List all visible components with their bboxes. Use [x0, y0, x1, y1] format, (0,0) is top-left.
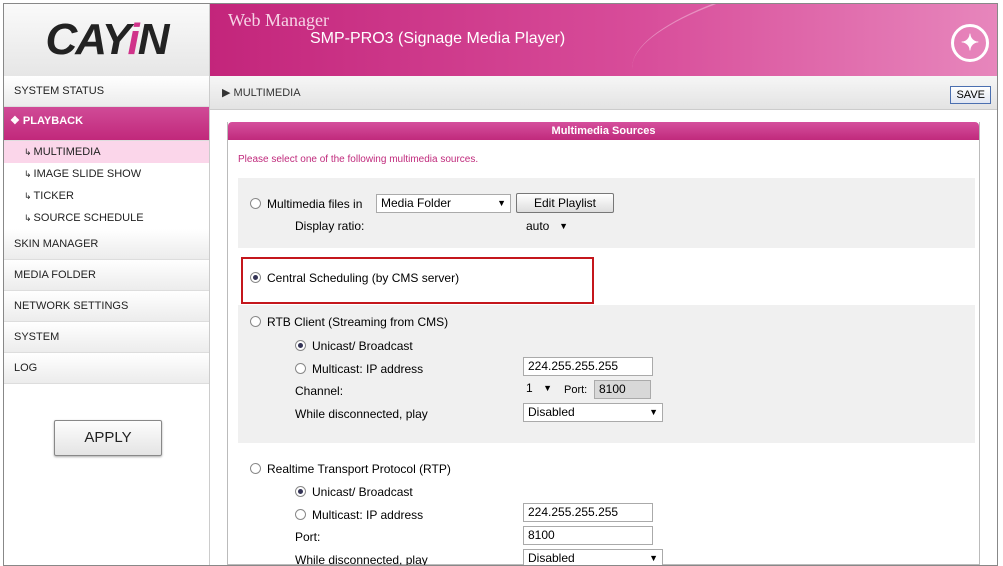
- sidebar-subitem-label: IMAGE SLIDE SHOW: [33, 168, 142, 180]
- product-name: SMP-PRO3 (Signage Media Player): [310, 30, 566, 47]
- radio-label: Unicast/ Broadcast: [312, 484, 413, 499]
- branch-arrow-icon: ↳: [24, 213, 32, 223]
- select-value: Disabled: [528, 405, 575, 419]
- disconnected-label: While disconnected, play: [295, 407, 428, 421]
- radio-rtb-client[interactable]: RTB Client (Streaming from CMS): [250, 314, 448, 329]
- sidebar-subitem-multimedia[interactable]: ↳ MULTIMEDIA: [4, 141, 209, 163]
- save-button[interactable]: SAVE: [950, 86, 991, 104]
- branch-arrow-icon: ↳: [24, 147, 32, 157]
- wizard-wand-icon[interactable]: ✦: [951, 24, 989, 62]
- media-folder-select[interactable]: Media Folder ▼: [376, 194, 511, 213]
- radio-label: Multimedia files in: [267, 196, 363, 211]
- radio-label: Unicast/ Broadcast: [312, 338, 413, 353]
- radio-button[interactable]: [295, 486, 306, 498]
- port-label: Port:: [564, 384, 588, 396]
- toolbar: ▶ MULTIMEDIA SAVE: [210, 76, 997, 110]
- radio-button[interactable]: [250, 316, 261, 328]
- sidebar-item-log[interactable]: LOG: [4, 353, 209, 384]
- sidebar-item-system[interactable]: SYSTEM: [4, 322, 209, 353]
- sidebar-subitem-label: TICKER: [33, 190, 74, 202]
- multimedia-sources-panel: Multimedia Sources Please select one of …: [227, 122, 980, 565]
- radio-button[interactable]: [295, 509, 306, 521]
- sidebar-subitem-ticker[interactable]: ↳ TICKER: [4, 185, 209, 207]
- web-manager-title: Web Manager: [228, 10, 330, 30]
- chevron-down-icon: ▼: [649, 407, 658, 417]
- rtp-port-label: Port:: [295, 530, 321, 544]
- sidebar-subitem-label: SOURCE SCHEDULE: [33, 212, 144, 224]
- radio-multimedia-files[interactable]: Multimedia files in: [250, 196, 362, 211]
- select-value: Media Folder: [381, 196, 452, 210]
- radio-label: Realtime Transport Protocol (RTP): [267, 461, 451, 476]
- chevron-down-icon: ▼: [559, 221, 568, 231]
- branch-arrow-icon: ↳: [24, 191, 32, 201]
- header-banner: Web Manager SMP-PRO3 (Signage Media Play…: [210, 4, 997, 76]
- display-ratio-select[interactable]: auto ▼: [522, 218, 572, 237]
- section-rtb-client: RTB Client (Streaming from CMS) Unicast/…: [238, 305, 975, 443]
- sidebar-subitem-source-schedule[interactable]: ↳ SOURCE SCHEDULE: [4, 207, 209, 229]
- rtb-port-input[interactable]: 8100: [594, 380, 651, 399]
- apply-button[interactable]: APPLY: [54, 420, 162, 456]
- rtp-disconnected-label: While disconnected, play: [295, 553, 428, 566]
- breadcrumb-label: MULTIMEDIA: [233, 87, 301, 99]
- breadcrumb: ▶ MULTIMEDIA: [222, 86, 301, 99]
- rtp-ip-input[interactable]: 224.255.255.255: [523, 503, 653, 522]
- rtb-ip-input[interactable]: 224.255.255.255: [523, 357, 653, 376]
- sidebar-subitem-label: MULTIMEDIA: [33, 146, 101, 158]
- radio-rtb-unicast[interactable]: Unicast/ Broadcast: [295, 338, 413, 353]
- radio-button[interactable]: [250, 198, 261, 210]
- radio-label: Multicast: IP address: [312, 361, 424, 376]
- channel-select[interactable]: 1 ▼: [522, 380, 556, 399]
- radio-label: Multicast: IP address: [312, 507, 424, 522]
- sidebar-item-skin-manager[interactable]: SKIN MANAGER: [4, 229, 209, 260]
- cayin-logo: CAYiN: [45, 15, 169, 64]
- highlight-box: [241, 257, 594, 304]
- display-ratio-label: Display ratio:: [295, 219, 365, 233]
- radio-rtp-multicast[interactable]: Multicast: IP address: [295, 507, 423, 522]
- radio-button[interactable]: [250, 463, 261, 475]
- logo-area: CAYiN: [4, 4, 210, 76]
- select-value: Disabled: [528, 551, 575, 565]
- rtp-port-input[interactable]: 8100: [523, 526, 653, 545]
- sidebar-item-playback[interactable]: ❖ PLAYBACK: [4, 107, 209, 141]
- edit-playlist-button[interactable]: Edit Playlist: [516, 193, 614, 213]
- radio-label: RTB Client (Streaming from CMS): [267, 314, 449, 329]
- section-multimedia-files: Multimedia files in Media Folder ▼ Edit P…: [238, 178, 975, 248]
- rtb-disconnected-select[interactable]: Disabled ▼: [523, 403, 663, 422]
- sidebar: SYSTEM STATUS ❖ PLAYBACK ↳ MULTIMEDIA ↳ IM…: [4, 76, 210, 565]
- branch-arrow-icon: ↳: [24, 169, 32, 179]
- sidebar-item-media-folder[interactable]: MEDIA FOLDER: [4, 260, 209, 291]
- radio-button[interactable]: [295, 363, 306, 375]
- chevron-down-icon: ▼: [497, 198, 506, 208]
- sidebar-item-label: PLAYBACK: [22, 115, 84, 127]
- select-value: 1: [526, 381, 533, 395]
- sidebar-subitem-image-slide-show[interactable]: ↳ IMAGE SLIDE SHOW: [4, 163, 209, 185]
- chevron-down-icon: ▼: [649, 553, 658, 563]
- radio-rtp[interactable]: Realtime Transport Protocol (RTP): [250, 461, 451, 476]
- radio-rtb-multicast[interactable]: Multicast: IP address: [295, 361, 423, 376]
- select-value: auto: [526, 219, 550, 233]
- radio-button[interactable]: [295, 340, 306, 352]
- channel-label: Channel:: [295, 384, 344, 398]
- rtp-disconnected-select[interactable]: Disabled ▼: [523, 549, 663, 565]
- sidebar-item-system-status[interactable]: SYSTEM STATUS: [4, 76, 209, 107]
- panel-title: Multimedia Sources: [228, 122, 979, 140]
- radio-rtp-unicast[interactable]: Unicast/ Broadcast: [295, 484, 413, 499]
- sidebar-item-network-settings[interactable]: NETWORK SETTINGS: [4, 291, 209, 322]
- panel-hint: Please select one of the following multi…: [238, 154, 479, 165]
- triangle-right-icon: ▶: [222, 87, 231, 99]
- chevron-down-icon: ▼: [543, 383, 552, 393]
- browser-frame: CAYiN Web Manager SMP-PRO3 (Signage Medi…: [3, 3, 998, 566]
